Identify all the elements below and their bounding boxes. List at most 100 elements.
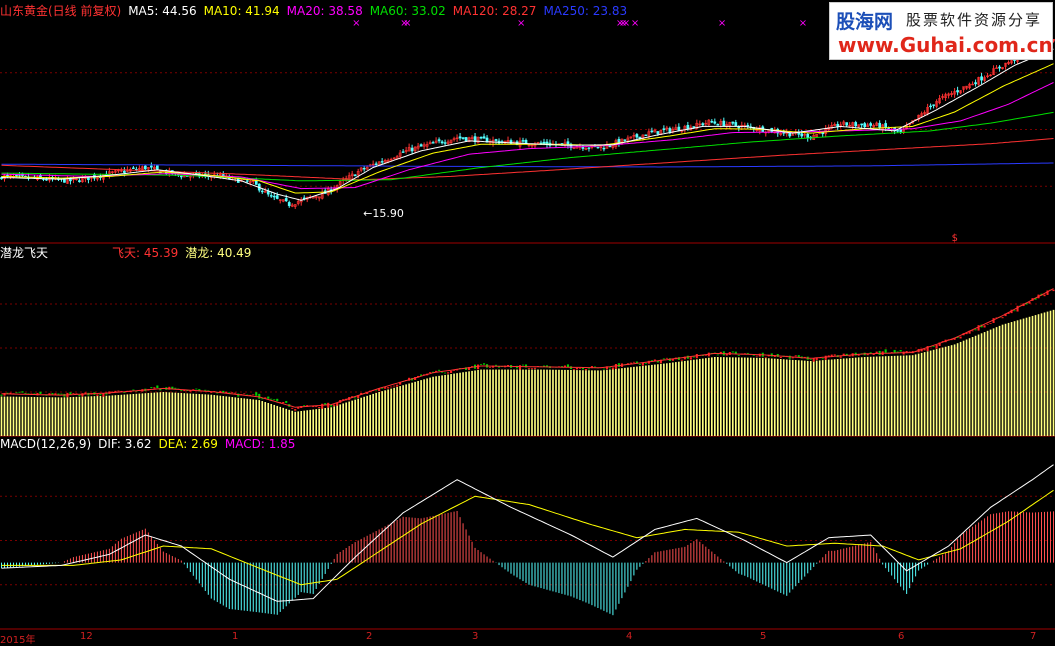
legend-潜龙: 潜龙: 40.49 bbox=[185, 246, 252, 260]
macd-panel-legend: MACD(12,26,9) DIF: 3.62 DEA: 2.69 MACD: 1.8… bbox=[0, 437, 309, 451]
legend-ma60: MA60: 33.02 bbox=[369, 4, 446, 18]
candle-body bbox=[287, 202, 291, 206]
candle-body bbox=[78, 180, 81, 183]
candle-body bbox=[845, 122, 849, 126]
feitian-candle bbox=[315, 406, 318, 408]
dollar-signal: $ bbox=[952, 233, 958, 244]
feitian-candle bbox=[584, 369, 587, 371]
candle-body bbox=[461, 137, 465, 139]
candle-body bbox=[380, 161, 384, 163]
candle-body bbox=[713, 121, 717, 124]
legend-dea: DEA: 2.69 bbox=[158, 437, 218, 451]
feitian-candle bbox=[638, 363, 641, 365]
legend-ma120: MA120: 28.27 bbox=[452, 4, 537, 18]
feitian-candle bbox=[716, 354, 719, 356]
date-axis-label: 2 bbox=[366, 631, 373, 642]
feitian-candle bbox=[602, 368, 605, 370]
feitian-candle bbox=[282, 401, 285, 404]
feitian-candle bbox=[243, 393, 246, 395]
candle-body bbox=[980, 76, 983, 81]
candle-body bbox=[701, 123, 705, 126]
feitian-candle bbox=[809, 358, 812, 360]
candle-body bbox=[638, 136, 642, 139]
feitian-candle bbox=[234, 392, 237, 394]
legend-飞天: 飞天: 45.39 bbox=[112, 246, 179, 260]
candle-body bbox=[284, 198, 288, 202]
signal-mark: × bbox=[352, 18, 360, 29]
feitian-candle bbox=[821, 358, 824, 360]
feitian-candle bbox=[51, 393, 54, 395]
feitian-candle bbox=[333, 404, 336, 407]
feitian-candle bbox=[479, 363, 483, 365]
candle-body bbox=[737, 126, 741, 129]
candle-body bbox=[995, 67, 998, 69]
feitian-candle bbox=[521, 364, 525, 366]
feitian-candle bbox=[444, 372, 447, 374]
feitian-candle bbox=[303, 405, 306, 407]
feitian-candle bbox=[96, 394, 99, 396]
feitian-candle bbox=[977, 325, 980, 331]
candle-body bbox=[899, 129, 902, 132]
feitian-candle bbox=[447, 372, 450, 374]
feitian-candle bbox=[1016, 305, 1019, 312]
candle-body bbox=[431, 142, 435, 144]
candle-body bbox=[602, 147, 606, 150]
candle-body bbox=[374, 163, 378, 165]
candle-body bbox=[746, 124, 750, 127]
feitian-candle bbox=[530, 368, 534, 370]
feitian-candle bbox=[0, 394, 3, 396]
watermark-slogan: 股票软件资源分享 bbox=[906, 11, 1043, 29]
feitian-candle bbox=[1013, 310, 1016, 312]
min-price-annotation: ←15.90 bbox=[363, 207, 404, 220]
guhai-watermark: 股海网 股票软件资源分享 www.Guhai.com.cn bbox=[829, 2, 1053, 60]
candle-body bbox=[123, 170, 126, 173]
feitian-candle bbox=[195, 388, 198, 390]
date-axis-label: 2015年 bbox=[0, 635, 36, 646]
feitian-candle bbox=[291, 407, 294, 409]
signal-mark: × bbox=[799, 18, 807, 29]
feitian-candle bbox=[935, 344, 938, 349]
feitian-candle bbox=[899, 350, 902, 352]
candle-body bbox=[854, 122, 858, 127]
ma-legend-items: MA5: 44.56 MA10: 41.94 MA20: 38.58 MA60: 33… bbox=[128, 4, 634, 18]
feitian-candle bbox=[450, 370, 453, 374]
feitian-candle bbox=[21, 391, 24, 393]
feitian-candle bbox=[680, 359, 683, 361]
feitian-candle bbox=[1001, 317, 1004, 319]
indicator-panel-title: 潜龙飞天 bbox=[0, 246, 49, 260]
signal-mark: × bbox=[622, 18, 630, 29]
legend-ma250: MA250: 23.83 bbox=[543, 4, 628, 18]
candle-body bbox=[710, 121, 714, 123]
feitian-candle bbox=[989, 323, 992, 324]
main-panel-title: 山东黄金(日线 前复权) bbox=[0, 4, 122, 18]
feitian-candle bbox=[632, 361, 635, 363]
candle-body bbox=[150, 165, 153, 168]
feitian-candle bbox=[57, 393, 60, 395]
macd-legend-items: DIF: 3.62 DEA: 2.69 MACD: 1.85 bbox=[98, 437, 302, 451]
feitian-candle bbox=[276, 398, 279, 402]
feitian-candle bbox=[518, 365, 522, 370]
stock-chart-svg[interactable]: ←15.90× ×× × ××× × × ×$ bbox=[0, 0, 1055, 643]
feitian-candle bbox=[755, 355, 758, 357]
feitian-candle bbox=[18, 391, 21, 393]
feitian-candle bbox=[644, 362, 647, 364]
candle-body bbox=[269, 195, 273, 197]
candle-body bbox=[179, 175, 183, 178]
feitian-candle bbox=[60, 393, 63, 395]
candle-body bbox=[596, 146, 600, 149]
feitian-candle bbox=[488, 366, 492, 368]
ma250-line bbox=[1, 162, 1054, 168]
candle-body bbox=[662, 128, 666, 131]
candle-body bbox=[419, 144, 423, 147]
feitian-candle bbox=[132, 389, 135, 391]
date-axis-label: 5 bbox=[760, 631, 767, 642]
feitian-candle bbox=[959, 336, 962, 339]
feitian-candle bbox=[932, 346, 935, 348]
feitian-candle bbox=[662, 358, 665, 360]
candle-body bbox=[896, 130, 899, 132]
feitian-candle bbox=[572, 369, 576, 370]
feitian-candle bbox=[482, 363, 486, 365]
candle-body bbox=[494, 139, 498, 141]
feitian-candle bbox=[923, 349, 926, 351]
feitian-candle bbox=[438, 369, 441, 371]
